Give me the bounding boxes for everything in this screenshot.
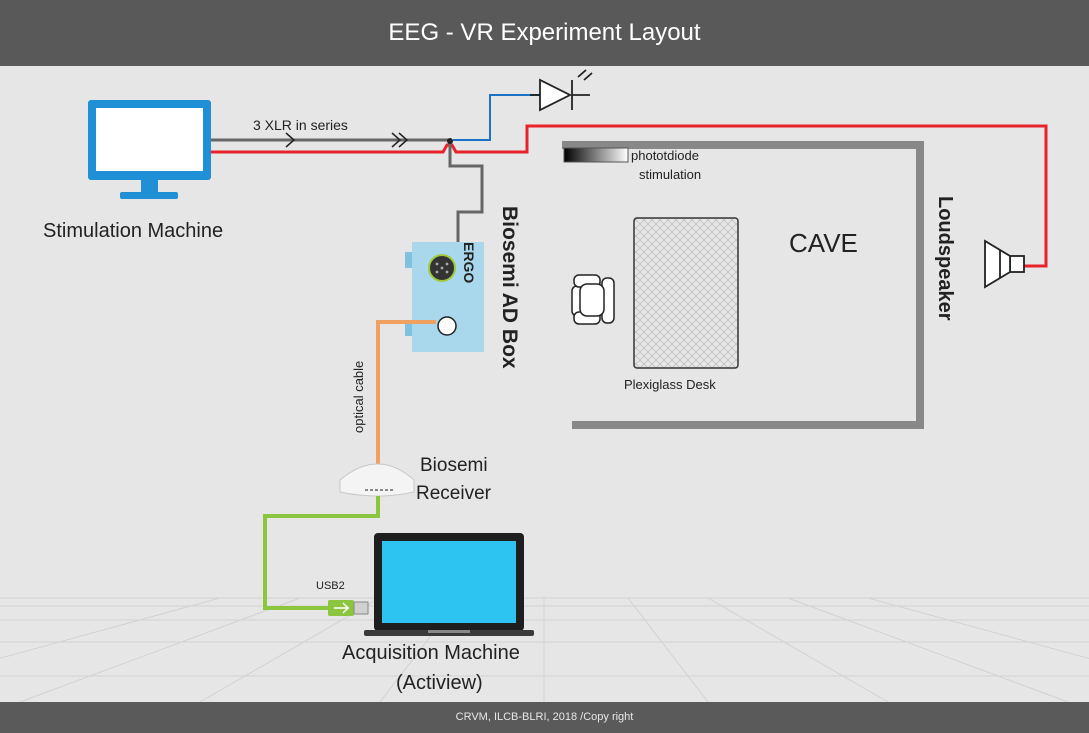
- photodiode-gradient: [563, 147, 629, 163]
- photodiode-label-line2: stimulation: [639, 167, 702, 182]
- chair-icon: [571, 274, 615, 325]
- xlr-junction: [447, 138, 453, 144]
- optical-cable-label: optical cable: [351, 360, 366, 433]
- loudspeaker-label: Loudspeaker: [934, 196, 956, 321]
- xlr-label: 3 XLR in series: [253, 117, 348, 133]
- cave-wall: [562, 141, 924, 429]
- laptop-icon: [364, 533, 534, 636]
- usb2-label: USB2: [316, 580, 345, 592]
- receiver-icon: [339, 463, 415, 497]
- diagram-canvas: [0, 69, 1089, 703]
- stimulation-machine-label: Stimulation Machine: [43, 220, 224, 242]
- cave-label: CAVE: [789, 228, 858, 258]
- plexiglass-desk-label: Plexiglass Desk: [624, 377, 716, 392]
- biosemi-receiver-label-line1: Biosemi: [420, 455, 488, 476]
- plexiglass-desk: [633, 217, 739, 369]
- loudspeaker-icon: [984, 239, 1025, 289]
- photodiode-icon: [530, 69, 593, 112]
- acquisition-machine-label-line2: (Actiview): [396, 672, 483, 694]
- xlr-cable: [210, 138, 484, 252]
- monitor-icon: [88, 100, 211, 199]
- biosemi-ad-box-label: Biosemi AD Box: [498, 206, 521, 369]
- floor-grid: [0, 597, 1089, 703]
- acquisition-machine-label-line1: Acquisition Machine: [342, 642, 520, 664]
- biosemi-receiver-label-line2: Receiver: [416, 483, 491, 504]
- usb-plug-icon: [328, 600, 369, 616]
- ergo-label: ERGO: [461, 242, 477, 284]
- diagram-page: EEG - VR Experiment Layout Stimulation M…: [0, 0, 1089, 733]
- footer-text: CRVM, ILCB-BLRI, 2018 /Copy right: [455, 711, 634, 723]
- photodiode-label-line1: phototdiode: [631, 148, 699, 163]
